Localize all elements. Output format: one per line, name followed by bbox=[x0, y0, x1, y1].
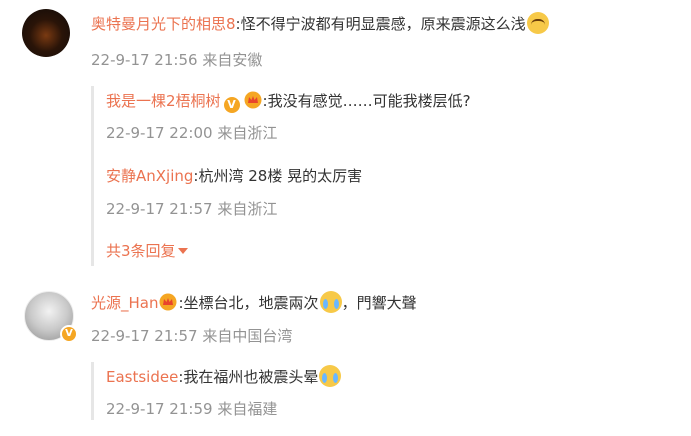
comment: 光源_Han:坐標台北，地震兩次 ，門響大聲 bbox=[91, 291, 417, 315]
comment-text: 怪不得宁波都有明显震感，原来震源这么浅 bbox=[240, 15, 526, 33]
comment-timestamp: 22-9-17 21:57 bbox=[91, 327, 198, 345]
reply-thread-divider bbox=[91, 86, 94, 266]
comment-meta: 22-9-17 21:57 来自中国台湾 bbox=[91, 325, 292, 347]
verified-badge-icon: V bbox=[60, 325, 78, 343]
comment-text-continued: ，門響大聲 bbox=[341, 294, 417, 312]
comment-location: 来自安徽 bbox=[202, 51, 263, 69]
comment-timestamp: 22-9-17 21:56 bbox=[91, 51, 198, 69]
comment-meta: 22-9-17 21:56 来自安徽 bbox=[91, 49, 262, 71]
more-replies-link[interactable]: 共3条回复 bbox=[106, 240, 188, 262]
reply-username[interactable]: 我是一棵2梧桐树 bbox=[106, 92, 221, 110]
reply-text: 我没有感觉……可能我楼层低? bbox=[267, 92, 471, 110]
reply-timestamp: 22-9-17 22:00 bbox=[106, 124, 213, 142]
reply-timestamp: 22-9-17 21:57 bbox=[106, 200, 213, 218]
comment: 奥特曼月光下的相思8:怪不得宁波都有明显震感，原来震源这么浅 bbox=[91, 12, 549, 36]
reply-username[interactable]: 安静AnXjing bbox=[106, 167, 193, 185]
reply: 安静AnXjing:杭州湾 28楼 晃的太厉害 bbox=[106, 164, 362, 188]
reply-text: 我在福州也被震头晕 bbox=[183, 368, 319, 386]
reply-timestamp: 22-9-17 21:59 bbox=[106, 400, 213, 418]
reply-text: 杭州湾 28楼 晃的太厉害 bbox=[198, 167, 363, 185]
reply-thread-divider bbox=[91, 362, 94, 420]
reply-location: 来自浙江 bbox=[217, 200, 278, 218]
crown-badge-icon bbox=[244, 91, 262, 109]
comment-username[interactable]: 光源_Han bbox=[91, 294, 158, 312]
more-replies-label[interactable]: 共3条回复 bbox=[106, 242, 176, 260]
reply-username[interactable]: Eastsidee bbox=[106, 368, 178, 386]
reply-meta: 22-9-17 22:00 来自浙江 bbox=[106, 122, 277, 144]
crying-laughing-emoji-icon bbox=[526, 12, 549, 34]
reply-meta: 22-9-17 21:57 来自浙江 bbox=[106, 198, 277, 220]
comment-username[interactable]: 奥特曼月光下的相思8 bbox=[91, 15, 236, 33]
caret-down-icon bbox=[177, 248, 188, 254]
reply: Eastsidee:我在福州也被震头晕 bbox=[106, 365, 342, 389]
reply-location: 来自浙江 bbox=[217, 124, 278, 142]
comment-text: 坐標台北，地震兩次 bbox=[183, 294, 319, 312]
crown-badge-icon bbox=[159, 293, 177, 311]
crying-emoji-icon bbox=[319, 291, 342, 313]
verified-badge-icon: V bbox=[223, 97, 240, 113]
avatar[interactable] bbox=[22, 9, 70, 57]
crying-emoji-icon bbox=[319, 365, 342, 387]
comment-location: 来自中国台湾 bbox=[202, 327, 293, 345]
reply: 我是一棵2梧桐树 V:我没有感觉……可能我楼层低? bbox=[106, 89, 471, 113]
reply-meta: 22-9-17 21:59 来自福建 bbox=[106, 398, 277, 420]
reply-location: 来自福建 bbox=[217, 400, 278, 418]
